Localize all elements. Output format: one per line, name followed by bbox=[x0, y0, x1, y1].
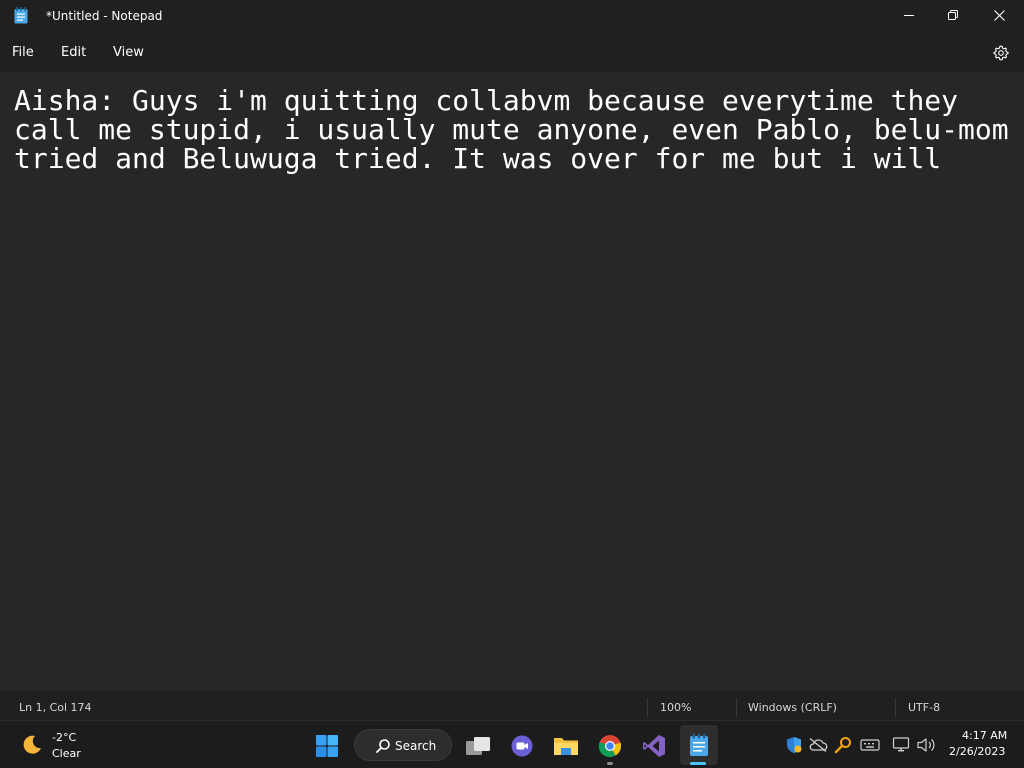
key-icon bbox=[834, 737, 851, 754]
file-explorer-button[interactable] bbox=[549, 729, 583, 763]
security-tray-button[interactable] bbox=[784, 735, 804, 755]
weather-condition: Clear bbox=[52, 747, 81, 760]
clock-time[interactable]: 4:17 AM bbox=[962, 729, 1007, 742]
window-title: *Untitled - Notepad bbox=[46, 9, 163, 23]
cloud-off-icon bbox=[809, 737, 828, 753]
weather-widget[interactable]: -2°C Clear bbox=[18, 729, 108, 763]
gear-icon bbox=[993, 45, 1009, 61]
start-button[interactable] bbox=[310, 729, 344, 763]
shield-icon bbox=[787, 737, 802, 753]
status-divider bbox=[895, 698, 896, 716]
settings-button[interactable] bbox=[990, 42, 1012, 64]
task-view-icon bbox=[466, 737, 490, 755]
key-tray-button[interactable] bbox=[833, 735, 853, 755]
maximize-icon bbox=[948, 10, 958, 20]
task-view-button[interactable] bbox=[461, 729, 495, 763]
clock-date[interactable]: 2/26/2023 bbox=[949, 745, 1005, 758]
status-divider bbox=[736, 698, 737, 716]
keyboard-icon bbox=[860, 739, 880, 751]
minimize-icon bbox=[904, 15, 914, 16]
notepad-icon bbox=[14, 7, 28, 24]
volume-icon bbox=[917, 738, 935, 752]
teams-icon bbox=[511, 735, 533, 757]
chrome-icon bbox=[598, 735, 622, 758]
menu-edit[interactable]: Edit bbox=[61, 45, 86, 60]
search-button[interactable]: Search bbox=[354, 729, 452, 761]
network-icon bbox=[892, 737, 910, 752]
title-bar[interactable]: *Untitled - Notepad bbox=[0, 0, 1024, 32]
minimize-button[interactable] bbox=[886, 0, 932, 30]
chrome-button[interactable] bbox=[593, 729, 627, 763]
text-editor[interactable]: Aisha: Guys i'm quitting collabvm becaus… bbox=[0, 72, 1024, 689]
teams-chat-button[interactable] bbox=[505, 729, 539, 763]
close-button[interactable] bbox=[976, 0, 1022, 30]
encoding: UTF-8 bbox=[908, 701, 941, 714]
network-tray-button[interactable] bbox=[891, 735, 911, 755]
file-explorer-icon bbox=[554, 738, 578, 755]
notepad-taskbar-button[interactable] bbox=[680, 725, 718, 765]
notepad-icon bbox=[690, 733, 708, 756]
maximize-button[interactable] bbox=[930, 0, 976, 30]
search-icon bbox=[376, 739, 390, 753]
keyboard-tray-button[interactable] bbox=[860, 735, 880, 755]
active-app-indicator bbox=[690, 762, 706, 765]
line-ending: Windows (CRLF) bbox=[748, 701, 837, 714]
notepad-window: *Untitled - Notepad File Edit View Aisha… bbox=[0, 0, 1024, 720]
onedrive-tray-button[interactable] bbox=[808, 735, 828, 755]
volume-tray-button[interactable] bbox=[916, 735, 936, 755]
menu-file[interactable]: File bbox=[12, 45, 34, 60]
status-bar: Ln 1, Col 174 100% Windows (CRLF) UTF-8 bbox=[0, 689, 1024, 720]
weather-temperature: -2°C bbox=[52, 731, 77, 744]
visual-studio-button[interactable] bbox=[637, 729, 671, 763]
running-indicator bbox=[607, 762, 613, 765]
search-label: Search bbox=[395, 739, 437, 753]
menu-view[interactable]: View bbox=[113, 45, 144, 60]
cursor-position: Ln 1, Col 174 bbox=[19, 701, 92, 714]
start-icon bbox=[316, 735, 338, 757]
close-icon bbox=[993, 9, 1005, 21]
taskbar: -2°C Clear Search 4:17 AM 2/26/2023 bbox=[0, 720, 1024, 768]
visual-studio-icon bbox=[643, 735, 665, 757]
zoom-level: 100% bbox=[660, 701, 692, 714]
menu-bar: File Edit View bbox=[0, 32, 1024, 72]
moon-icon bbox=[23, 735, 41, 754]
status-divider bbox=[647, 698, 648, 716]
editor-content[interactable]: Aisha: Guys i'm quitting collabvm becaus… bbox=[14, 86, 1022, 173]
